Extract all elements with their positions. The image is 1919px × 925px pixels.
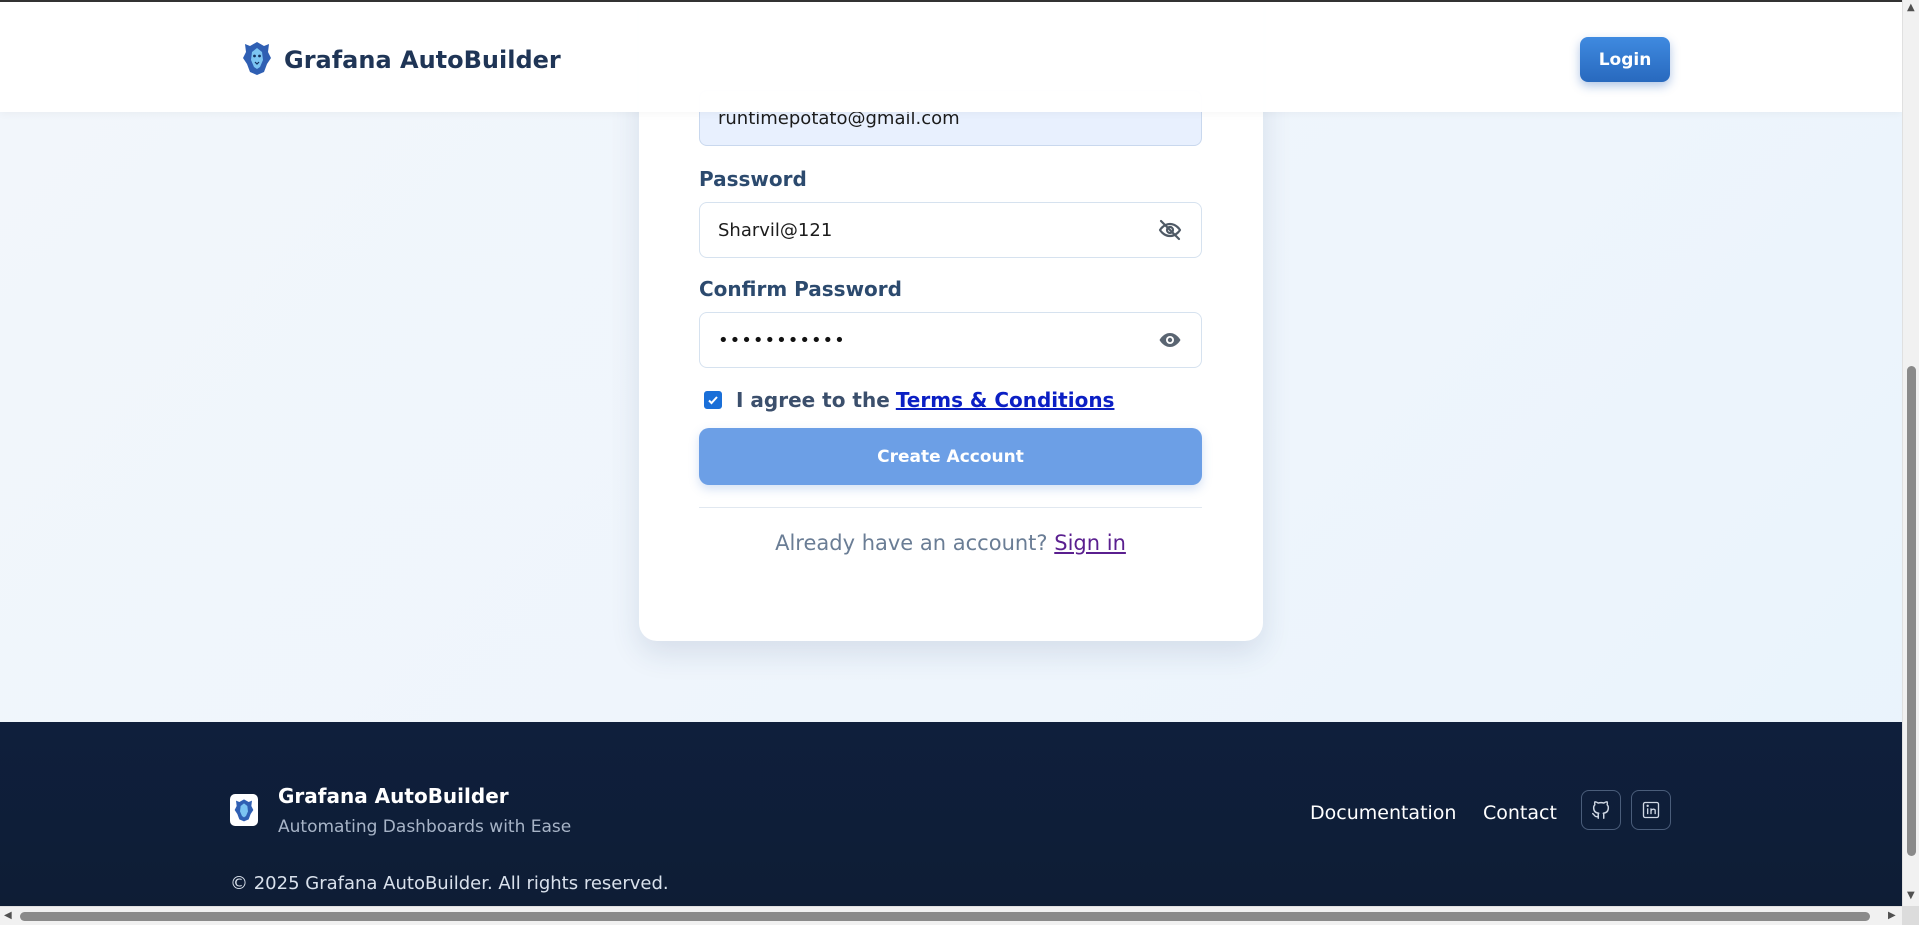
confirm-password-value: ••••••••••• (718, 329, 846, 351)
terms-checkbox[interactable] (704, 391, 722, 409)
horizontal-scrollbar[interactable]: ◀ ▶ (0, 906, 1919, 925)
github-icon[interactable] (1581, 790, 1621, 830)
footer-tagline: Automating Dashboards with Ease (278, 817, 572, 837)
footer: Grafana AutoBuilder Automating Dashboard… (0, 722, 1902, 906)
top-navbar: Grafana AutoBuilder Login (0, 0, 1902, 112)
login-button[interactable]: Login (1580, 37, 1670, 82)
brand-name: Grafana AutoBuilder (284, 46, 561, 74)
confirm-password-label: Confirm Password (699, 277, 902, 301)
scroll-up-arrow-icon[interactable]: ▲ (1907, 2, 1915, 13)
vertical-scroll-thumb[interactable] (1907, 366, 1916, 856)
scrollbar-corner (1902, 906, 1919, 925)
eye-icon[interactable] (1157, 327, 1183, 353)
signin-prompt-line: Already have an account? Sign in (699, 531, 1202, 555)
footer-link-contact[interactable]: Contact (1483, 802, 1557, 824)
create-account-button[interactable]: Create Account (699, 428, 1202, 485)
scroll-down-arrow-icon[interactable]: ▼ (1907, 890, 1915, 901)
footer-lion-logo-icon (230, 794, 258, 826)
footer-brand-name: Grafana AutoBuilder (278, 784, 509, 808)
eye-off-icon[interactable] (1157, 217, 1183, 243)
scroll-right-arrow-icon[interactable]: ▶ (1888, 910, 1896, 921)
password-value: Sharvil@121 (718, 219, 833, 241)
vertical-scrollbar[interactable]: ▲ ▼ (1902, 0, 1919, 906)
brand[interactable]: Grafana AutoBuilder (242, 40, 561, 80)
agree-text: I agree to the (736, 388, 890, 412)
terms-link[interactable]: Terms & Conditions (896, 388, 1115, 412)
scroll-left-arrow-icon[interactable]: ◀ (4, 910, 12, 921)
horizontal-scroll-thumb[interactable] (20, 912, 1870, 921)
signin-prompt: Already have an account? (775, 531, 1048, 555)
password-label: Password (699, 167, 807, 191)
confirm-password-field[interactable]: ••••••••••• (699, 312, 1202, 368)
linkedin-icon[interactable] (1631, 790, 1671, 830)
lion-logo-icon (242, 40, 272, 80)
terms-agreement: I agree to the Terms & Conditions (699, 386, 1114, 414)
form-divider (699, 507, 1202, 508)
footer-copyright: © 2025 Grafana AutoBuilder. All rights r… (230, 873, 669, 894)
footer-link-documentation[interactable]: Documentation (1310, 802, 1456, 824)
password-field[interactable]: Sharvil@121 (699, 202, 1202, 258)
signin-link[interactable]: Sign in (1054, 531, 1126, 555)
page-viewport: runtimepotato@gmail.com Password Sharvil… (0, 0, 1902, 906)
